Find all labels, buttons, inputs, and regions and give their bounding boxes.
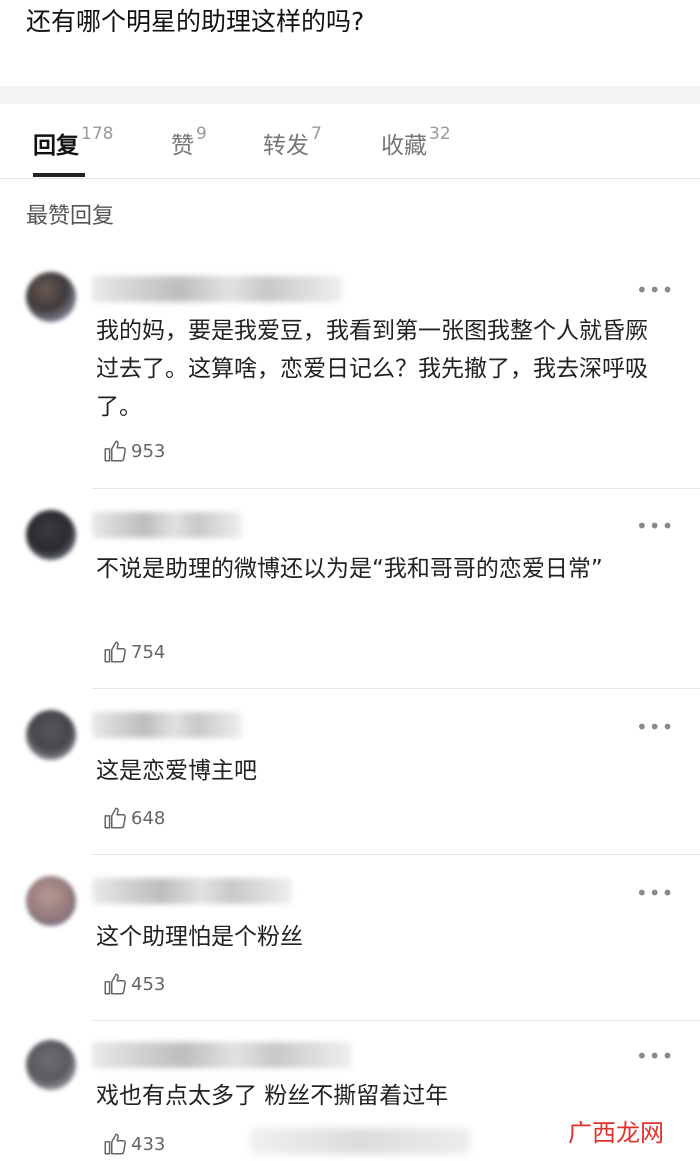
comment-text: 这是恋爱博主吧 — [96, 758, 257, 784]
post-title: 还有哪个明星的助理这样的吗? — [26, 7, 365, 36]
tab-bar: 回复 178 赞9 转发 7 收藏 32 — [0, 104, 700, 179]
avatar[interactable] — [26, 1040, 76, 1090]
watermark-part-2: 西 — [592, 1119, 616, 1147]
tab-favorites-count: 32 — [429, 124, 451, 144]
blurred-username — [92, 712, 242, 738]
avatar[interactable] — [26, 710, 76, 760]
divider — [92, 1020, 700, 1021]
tab-replies-label: 回复 — [33, 133, 79, 159]
tab-reposts-count: 7 — [311, 124, 322, 144]
tab-replies[interactable]: 回复 178 — [33, 124, 114, 166]
comment-text: 戏也有点太多了 粉丝不撕留着过年 — [96, 1083, 449, 1109]
like-button[interactable]: 648 — [102, 804, 165, 832]
blurred-watermark — [250, 1128, 470, 1154]
comment-text: 我的妈，要是我爱豆，我看到第一张图我整个人就昏厥过去了。这算啥，恋爱日记么？我先… — [96, 318, 648, 420]
tab-reposts-label: 转发 — [263, 133, 309, 159]
blurred-username — [92, 1042, 352, 1068]
divider — [92, 488, 700, 489]
blurred-username — [92, 512, 242, 538]
more-options-icon[interactable]: ••• — [636, 516, 674, 536]
like-button[interactable]: 953 — [102, 437, 165, 465]
avatar[interactable] — [26, 510, 76, 560]
blurred-username — [92, 878, 292, 904]
like-button[interactable]: 433 — [102, 1130, 165, 1158]
avatar[interactable] — [26, 876, 76, 926]
watermark-logo: 广西龙网 — [568, 1118, 664, 1148]
tab-favorites[interactable]: 收藏 32 — [381, 124, 451, 166]
thumbs-up-icon — [104, 1133, 126, 1155]
comment-text: 不说是助理的微博还以为是“我和哥哥的恋爱日常” — [96, 556, 603, 582]
tab-likes[interactable]: 赞9 — [171, 124, 207, 166]
comment-text: 这个助理怕是个粉丝 — [96, 924, 303, 950]
avatar[interactable] — [26, 272, 76, 322]
like-button[interactable]: 453 — [102, 970, 165, 998]
more-options-icon[interactable]: ••• — [636, 717, 674, 737]
active-tab-indicator — [33, 173, 85, 177]
thumbs-up-icon — [104, 641, 126, 663]
thumbs-up-icon — [104, 973, 126, 995]
like-count: 953 — [131, 440, 166, 462]
blurred-username — [92, 276, 342, 302]
tab-reposts[interactable]: 转发 7 — [263, 124, 322, 166]
like-button[interactable]: 754 — [102, 638, 165, 666]
like-count: 648 — [131, 807, 166, 829]
watermark-part-3: 龙网 — [616, 1119, 664, 1147]
tab-replies-count: 178 — [81, 124, 114, 144]
tab-likes-count: 9 — [196, 124, 207, 144]
thumbs-up-icon — [104, 807, 126, 829]
tab-likes-label: 赞 — [171, 133, 194, 159]
like-count: 453 — [131, 973, 166, 995]
watermark-part-1: 广 — [568, 1119, 592, 1147]
divider — [92, 854, 700, 855]
more-options-icon[interactable]: ••• — [636, 883, 674, 903]
section-gap — [0, 86, 700, 104]
more-options-icon[interactable]: ••• — [636, 1046, 674, 1066]
like-count: 754 — [131, 641, 166, 663]
more-options-icon[interactable]: ••• — [636, 280, 674, 300]
section-label-top-replies: 最赞回复 — [26, 204, 115, 229]
thumbs-up-icon — [104, 440, 126, 462]
divider — [92, 688, 700, 689]
like-count: 433 — [131, 1133, 166, 1155]
tab-favorites-label: 收藏 — [381, 133, 427, 159]
